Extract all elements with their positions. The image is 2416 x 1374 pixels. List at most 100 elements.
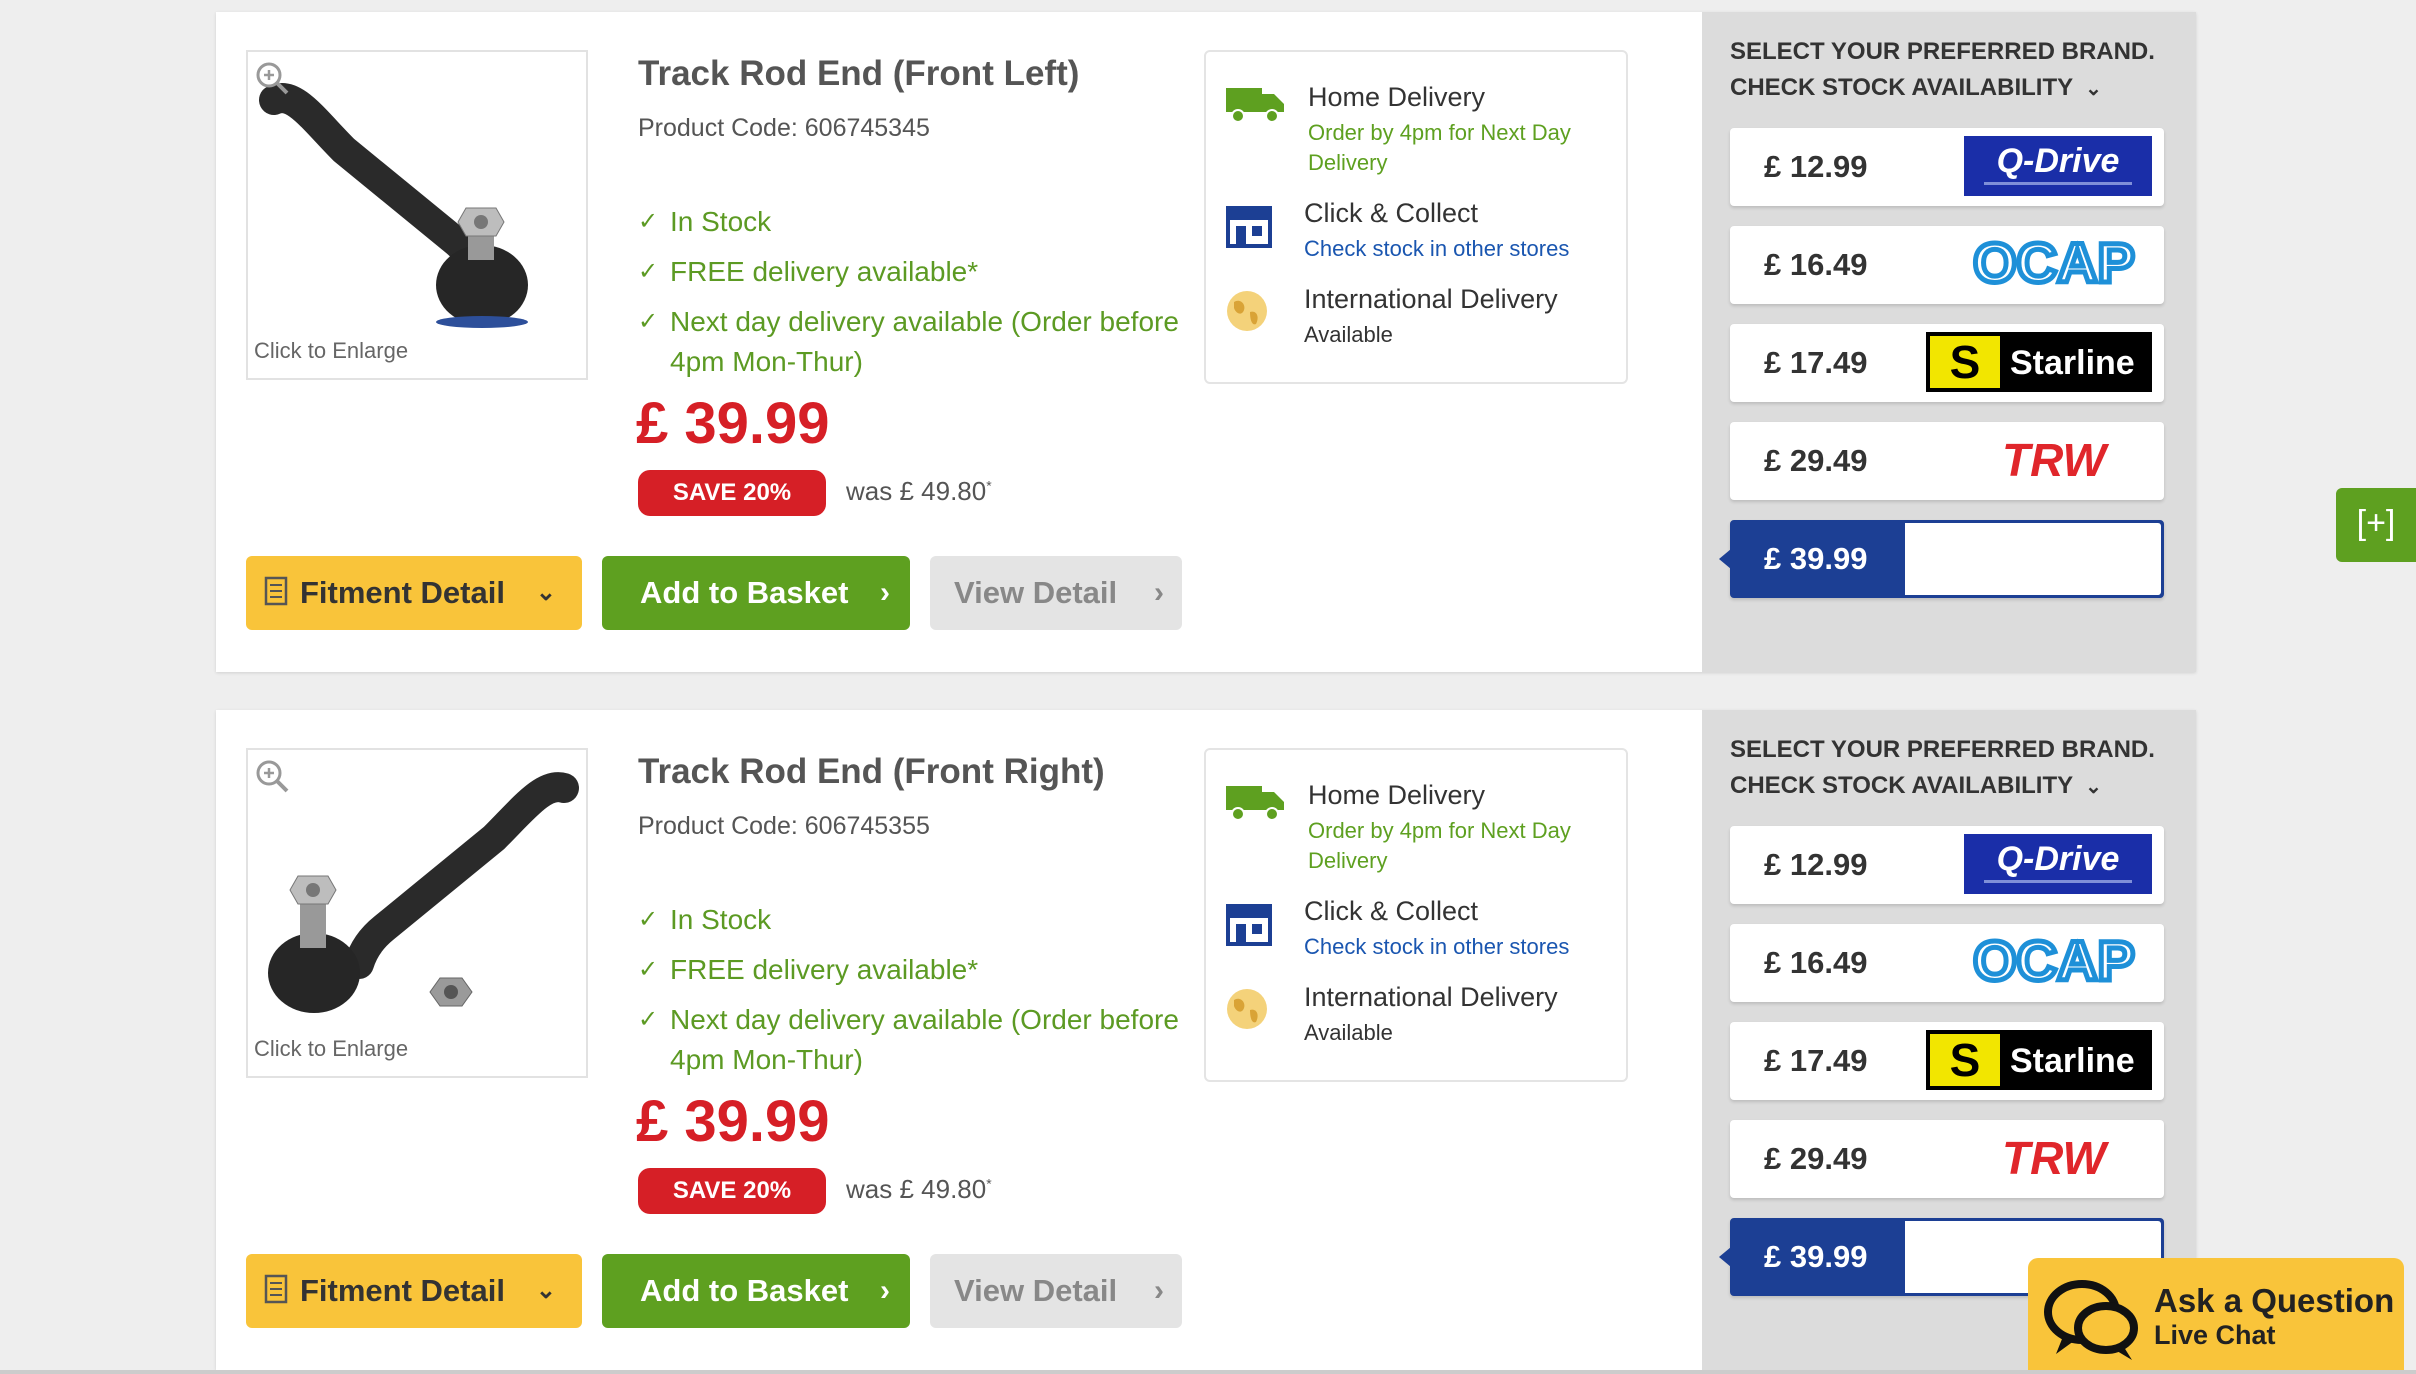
brand-option-starline[interactable]: £ 17.49 S Starline bbox=[1730, 324, 2164, 402]
svg-text:Starline: Starline bbox=[2010, 1042, 2135, 1080]
brand-option-starline[interactable]: £ 17.49 S Starline bbox=[1730, 1022, 2164, 1100]
delivery-options: Home Delivery Order by 4pm for Next Day D… bbox=[1204, 50, 1628, 384]
track-rod-image bbox=[268, 772, 579, 1013]
save-badge: SAVE 20% bbox=[638, 470, 826, 516]
chevron-right-icon: › bbox=[1154, 576, 1164, 609]
expand-side-tab[interactable]: [+] bbox=[2336, 488, 2416, 562]
brand-option-trw[interactable]: £ 29.49 TRW bbox=[1730, 1120, 2164, 1198]
product-price: £ 39.99 bbox=[636, 1089, 830, 1154]
international-availability: Available bbox=[1304, 1020, 1393, 1045]
starline-logo-icon: S Starline bbox=[1926, 1030, 2152, 1090]
home-delivery-note: Order by 4pm for Next Day Delivery bbox=[1308, 818, 1571, 873]
brand-option-ocap[interactable]: £ 16.49 OCAP bbox=[1730, 924, 2164, 1002]
document-icon bbox=[264, 1274, 288, 1304]
globe-icon bbox=[1227, 291, 1267, 331]
chevron-down-icon: ⌄ bbox=[535, 1277, 556, 1304]
click-collect-title: Click & Collect bbox=[1304, 896, 1479, 926]
svg-text:S: S bbox=[1950, 1034, 1981, 1086]
chat-bubbles-icon bbox=[2044, 1280, 2138, 1360]
home-delivery-title: Home Delivery bbox=[1308, 780, 1486, 810]
check-icon: ✓ bbox=[638, 956, 659, 983]
check-icon: ✓ bbox=[638, 1006, 659, 1033]
zoom-in-icon[interactable] bbox=[254, 758, 290, 794]
check-icon: ✓ bbox=[638, 258, 659, 285]
international-delivery-title: International Delivery bbox=[1304, 982, 1558, 1012]
view-detail-button[interactable]: View Detail › bbox=[930, 556, 1182, 630]
svg-text:OCAP: OCAP bbox=[1973, 234, 2135, 294]
trw-logo-icon: TRW bbox=[2002, 434, 2109, 486]
check-icon: ✓ bbox=[638, 208, 659, 235]
home-delivery-note: Order by 4pm for Next Day Delivery bbox=[1308, 120, 1571, 175]
selected-pointer bbox=[1719, 549, 1731, 569]
product-title[interactable]: Track Rod End (Front Right) bbox=[638, 752, 1105, 792]
brand-selector-heading[interactable]: SELECT YOUR PREFERRED BRAND. CHECK STOCK… bbox=[1730, 34, 2155, 107]
delivery-truck-icon bbox=[1226, 786, 1284, 821]
view-detail-button[interactable]: View Detail › bbox=[930, 1254, 1182, 1328]
feature-next-day: ✓ Next day delivery available (Order befo… bbox=[638, 1000, 1179, 1080]
chevron-right-icon: › bbox=[1154, 1274, 1164, 1307]
globe-icon bbox=[1227, 989, 1267, 1029]
ocap-logo-icon: OCAP bbox=[1971, 234, 2138, 294]
delivery-truck-icon bbox=[1226, 88, 1284, 123]
home-delivery-title: Home Delivery bbox=[1308, 82, 1486, 112]
click-to-enlarge[interactable]: Click to Enlarge bbox=[254, 1036, 408, 1062]
brand-option-trw[interactable]: £ 29.49 TRW bbox=[1730, 422, 2164, 500]
chevron-down-icon: ⌄ bbox=[2085, 78, 2102, 100]
product-price: £ 39.99 bbox=[636, 391, 830, 456]
product-code: Product Code: 606745355 bbox=[638, 812, 930, 840]
chevron-down-icon: ⌄ bbox=[2085, 776, 2102, 798]
store-icon bbox=[1226, 904, 1272, 946]
fitment-detail-button[interactable]: Fitment Detail ⌄ bbox=[246, 556, 582, 630]
brand-option-qdrive[interactable]: £ 12.99 Q-Drive bbox=[1730, 128, 2164, 206]
check-stock-link[interactable]: Check stock in other stores bbox=[1304, 932, 1569, 962]
product-card: Click to Enlarge Track Rod End (Front Ri… bbox=[216, 710, 2196, 1370]
product-code: Product Code: 606745345 bbox=[638, 114, 930, 142]
brand-option-qdrive[interactable]: £ 12.99 Q-Drive bbox=[1730, 826, 2164, 904]
svg-text:TRW: TRW bbox=[2002, 1132, 2109, 1184]
add-to-basket-button[interactable]: Add to Basket › bbox=[602, 556, 910, 630]
zoom-in-icon[interactable] bbox=[254, 60, 290, 96]
check-icon: ✓ bbox=[638, 308, 659, 335]
delivery-options: Home Delivery Order by 4pm for Next Day D… bbox=[1204, 748, 1628, 1082]
add-to-basket-button[interactable]: Add to Basket › bbox=[602, 1254, 910, 1328]
selected-pointer bbox=[1719, 1247, 1731, 1267]
was-price: was £ 49.80* bbox=[846, 1174, 992, 1204]
save-badge: SAVE 20% bbox=[638, 1168, 826, 1214]
live-chat-widget[interactable]: Ask a Question Live Chat bbox=[2028, 1258, 2404, 1374]
feature-in-stock: ✓ In Stock bbox=[638, 900, 771, 940]
track-rod-image bbox=[259, 83, 528, 328]
chat-title: Ask a Question bbox=[2154, 1282, 2395, 1319]
brand-option-selected[interactable]: £ 39.99 bbox=[1719, 520, 2164, 598]
international-availability: Available bbox=[1304, 322, 1393, 347]
feature-free-delivery: ✓ FREE delivery available* bbox=[638, 252, 978, 292]
svg-text:Q-Drive: Q-Drive bbox=[1997, 840, 2120, 878]
brand-selector-heading[interactable]: SELECT YOUR PREFERRED BRAND. CHECK STOCK… bbox=[1730, 732, 2155, 805]
svg-text:OCAP: OCAP bbox=[1973, 932, 2135, 992]
svg-text:Starline: Starline bbox=[2010, 344, 2135, 382]
svg-text:S: S bbox=[1950, 336, 1981, 388]
click-collect-title: Click & Collect bbox=[1304, 198, 1479, 228]
check-icon: ✓ bbox=[638, 906, 659, 933]
fitment-detail-button[interactable]: Fitment Detail ⌄ bbox=[246, 1254, 582, 1328]
qdrive-logo-icon: Q-Drive bbox=[1964, 136, 2152, 196]
product-image[interactable]: Click to Enlarge bbox=[246, 748, 588, 1078]
brand-option-ocap[interactable]: £ 16.49 OCAP bbox=[1730, 226, 2164, 304]
chevron-right-icon: › bbox=[880, 1274, 890, 1307]
svg-text:TRW: TRW bbox=[2002, 434, 2109, 486]
qdrive-logo-icon: Q-Drive bbox=[1964, 834, 2152, 894]
product-title[interactable]: Track Rod End (Front Left) bbox=[638, 54, 1079, 94]
chevron-right-icon: › bbox=[880, 576, 890, 609]
chat-subtitle: Live Chat bbox=[2154, 1320, 2276, 1350]
brand-selector: SELECT YOUR PREFERRED BRAND. CHECK STOCK… bbox=[1702, 12, 2196, 672]
product-image[interactable]: Click to Enlarge bbox=[246, 50, 588, 380]
feature-next-day: ✓ Next day delivery available (Order befo… bbox=[638, 302, 1179, 382]
check-stock-link[interactable]: Check stock in other stores bbox=[1304, 234, 1569, 264]
click-to-enlarge[interactable]: Click to Enlarge bbox=[254, 338, 408, 364]
international-delivery-title: International Delivery bbox=[1304, 284, 1558, 314]
chevron-down-icon: ⌄ bbox=[535, 579, 556, 606]
selected-brand-logo-area bbox=[1905, 523, 2161, 595]
svg-text:Q-Drive: Q-Drive bbox=[1997, 142, 2120, 180]
feature-free-delivery: ✓ FREE delivery available* bbox=[638, 950, 978, 990]
starline-logo-icon: S Starline bbox=[1926, 332, 2152, 392]
store-icon bbox=[1226, 206, 1272, 248]
